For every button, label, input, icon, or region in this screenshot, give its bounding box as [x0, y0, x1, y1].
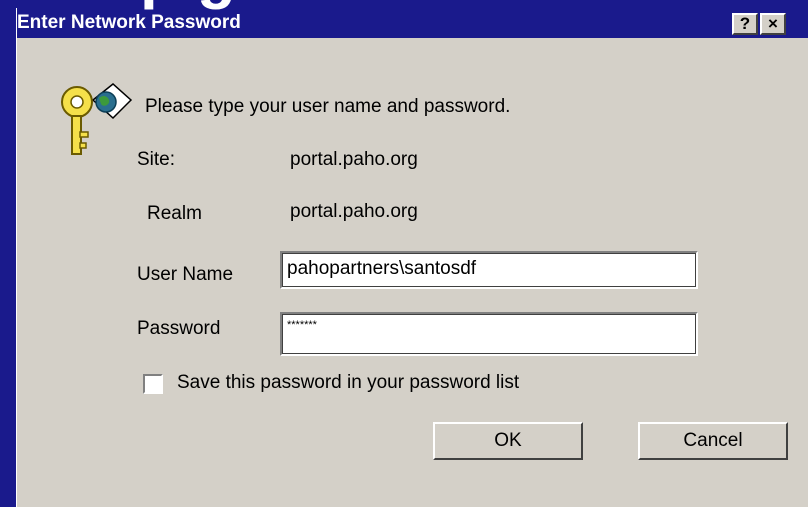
site-label: Site: — [137, 149, 176, 170]
password-label: Password — [137, 318, 221, 339]
save-password-checkbox[interactable] — [143, 374, 163, 394]
username-field[interactable]: pahopartners\santosdf — [280, 251, 698, 289]
realm-value: portal.paho.org — [290, 201, 418, 222]
password-field[interactable]: ******* — [280, 312, 698, 356]
prompt-text: Please type your user name and password. — [145, 96, 511, 117]
close-button[interactable]: × — [760, 13, 786, 35]
cancel-button[interactable]: Cancel — [638, 422, 788, 460]
help-button[interactable]: ? — [732, 13, 758, 35]
username-label: User Name — [137, 264, 234, 285]
network-password-dialog: Enter Network Password ? × Please type y… — [16, 8, 808, 507]
save-password-label[interactable]: Save this password in your password list — [177, 372, 519, 394]
window-title: Enter Network Password — [17, 12, 241, 33]
title-bar[interactable]: Enter Network Password ? × — [17, 8, 808, 38]
site-value: portal.paho.org — [290, 149, 418, 170]
ok-button[interactable]: OK — [433, 422, 583, 460]
slide-background — [0, 0, 808, 8]
realm-label: Realm — [147, 203, 202, 224]
key-globe-icon — [61, 83, 133, 155]
slide-title-fragment: p g — [140, 0, 236, 6]
